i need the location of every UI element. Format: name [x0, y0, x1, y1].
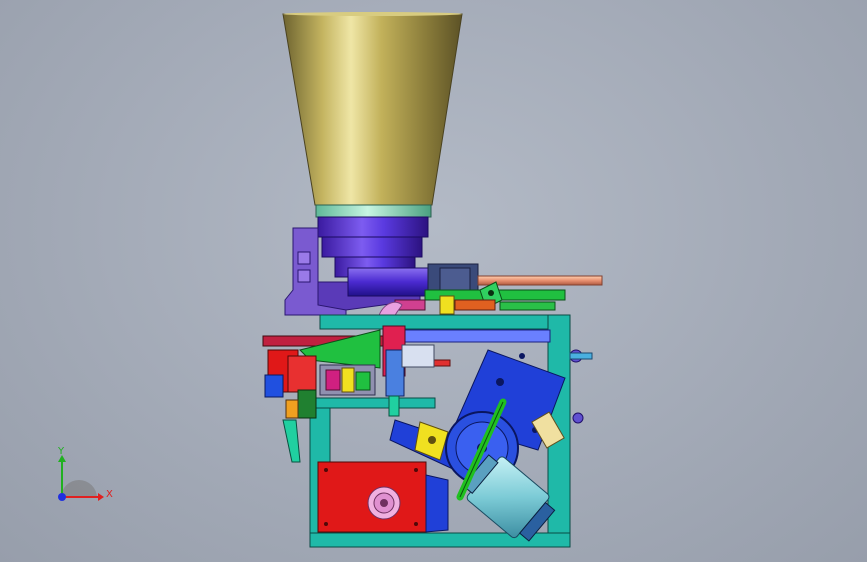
machine-assembly-model[interactable]: X Y: [0, 0, 867, 562]
y-axis-label: Y: [57, 446, 65, 457]
hopper-ring: [315, 204, 432, 218]
cad-viewport[interactable]: X Y: [0, 0, 867, 562]
z-axis-marker: [58, 493, 66, 501]
hopper[interactable]: [282, 12, 463, 206]
axis-triad: X Y: [57, 446, 113, 501]
x-axis-label: X: [106, 489, 113, 500]
red-gearbox[interactable]: [317, 461, 449, 533]
